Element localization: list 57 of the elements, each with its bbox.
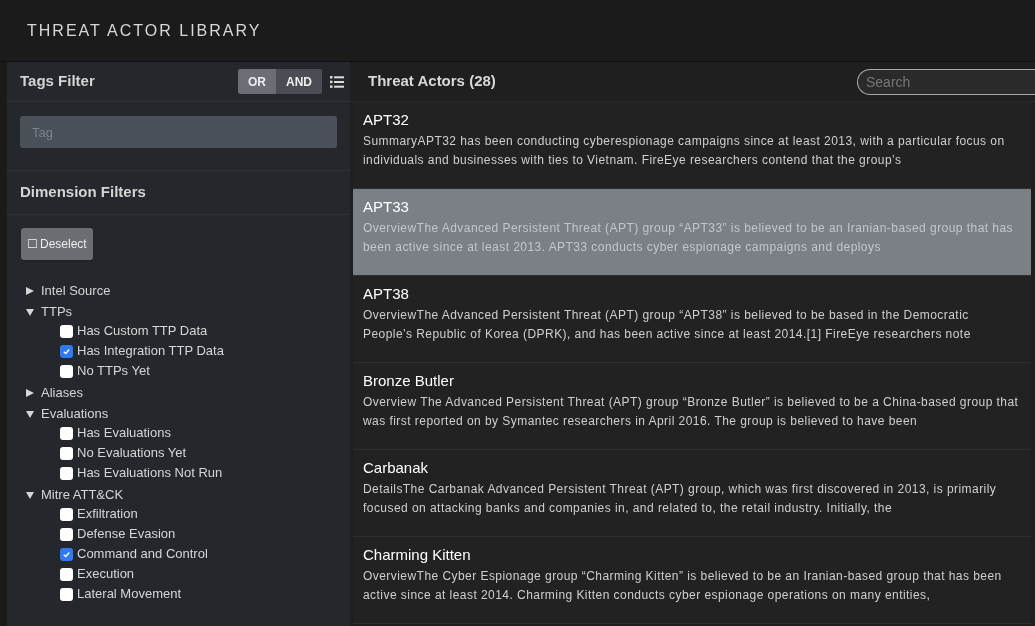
filter-option[interactable]: Has Evaluations: [77, 423, 171, 443]
checkbox[interactable]: [60, 466, 73, 480]
checkbox[interactable]: [60, 507, 73, 521]
mode-toggle-option[interactable]: AND: [276, 69, 322, 94]
filter-option[interactable]: Has Evaluations Not Run: [77, 463, 223, 483]
filter-option[interactable]: No Evaluations Yet: [77, 443, 187, 463]
checkbox[interactable]: [60, 426, 73, 440]
tree-item[interactable]: Evaluations: [41, 404, 109, 424]
actor-description: OverviewThe Cyber Espionage group “Charming Kitten” is believed to be an Iranian-based group that has been active since at least 2014. Charming Kitten conducts cyber espionage operations on many entities,: [363, 568, 1003, 604]
actor-description: DetailsThe Carbanak Advanced Persistent Threat (APT) group, which was first discovered in 2013, is primarily focused on attacking banks and companies in, and related to, the retail industry. Initially, the: [363, 481, 998, 517]
filter-option[interactable]: Has Integration TTP Data: [77, 341, 224, 361]
right-triangle-icon[interactable]: [25, 388, 35, 398]
right-triangle-icon[interactable]: [25, 286, 35, 296]
actor-name: APT33: [363, 197, 410, 217]
checkbox[interactable]: [60, 364, 73, 378]
actor-description: SummaryAPT32 has been conducting cyberespionage campaigns since at least 2013, with a particular focus on individuals and businesses with ties to Vietnam. FireEye researchers contend that the group’s: [363, 133, 1006, 169]
actor-name: APT32: [363, 110, 410, 130]
check-icon: [62, 346, 71, 356]
down-triangle-icon[interactable]: [25, 490, 35, 500]
actor-name: Bronze Butler: [363, 371, 455, 391]
tree-item[interactable]: TTPs: [41, 302, 73, 322]
checkbox[interactable]: [60, 344, 73, 358]
filter-option[interactable]: Has Custom TTP Data: [77, 321, 208, 341]
section-title: Dimension Filters: [20, 182, 146, 203]
checkbox[interactable]: [60, 527, 73, 541]
filter-option[interactable]: Lateral Movement: [77, 584, 182, 604]
actor-row[interactable]: APT33 OverviewThe Advanced Persistent Threat (APT) group “APT33” is believed to be an Iranian-based group that has been active since at least 2013. APT33 conducts cyber espionage campaigns and deploys: [353, 189, 1031, 276]
mode-toggle-option[interactable]: OR: [238, 69, 276, 94]
actor-description: OverviewThe Advanced Persistent Threat (APT) group “APT38” is believed to be based in the Democratic People’s Republic of Korea (DPRK), and has been active since at least 2014.[1] FireEye researchers note: [363, 307, 972, 343]
checkbox-icon: ☐: [27, 235, 38, 253]
filter-option[interactable]: Execution: [77, 564, 135, 584]
checkbox[interactable]: [60, 547, 73, 561]
tree-item[interactable]: Aliases: [41, 383, 83, 403]
down-triangle-icon[interactable]: [25, 409, 35, 419]
actor-description: Overview The Advanced Persistent Threat (APT) group “Bronze Butler” is believed to be a China-based group that was first reported on by Symantec researchers in April 2016. The group is believed to have been: [363, 394, 1020, 430]
actor-name: Charming Kitten: [363, 545, 472, 565]
section-title: Tags Filter: [20, 71, 95, 92]
actor-description: OverviewThe Advanced Persistent Threat (APT) group “APT33” is believed to be an Iranian-based group that has been active since at least 2013. APT33 conducts cyber espionage campaigns and deploys: [363, 220, 1015, 256]
app-title: THREAT ACTOR LIBRARY: [27, 20, 262, 41]
deselect-button[interactable]: ☐ Deselect: [21, 228, 93, 260]
checkbox[interactable]: [60, 587, 73, 601]
check-icon: [62, 549, 71, 559]
filter-option[interactable]: No TTPs Yet: [77, 361, 150, 381]
search-field[interactable]: Search: [857, 68, 1035, 95]
filter-option[interactable]: Command and Control: [77, 544, 208, 564]
filter-option[interactable]: Defense Evasion: [77, 524, 176, 544]
checkbox[interactable]: [60, 567, 73, 581]
checkbox[interactable]: [60, 324, 73, 338]
tree-item[interactable]: Mitre ATT&CK: [41, 485, 124, 505]
tree-item[interactable]: Intel Source: [41, 281, 111, 301]
list-icon[interactable]: [330, 75, 344, 88]
down-triangle-icon[interactable]: [25, 307, 35, 317]
actor-name: APT38: [363, 284, 410, 304]
checkbox[interactable]: [60, 446, 73, 460]
list-title: Threat Actors (28): [368, 71, 496, 92]
actor-name: Carbanak: [363, 458, 430, 478]
filter-option[interactable]: Exfiltration: [77, 504, 138, 524]
